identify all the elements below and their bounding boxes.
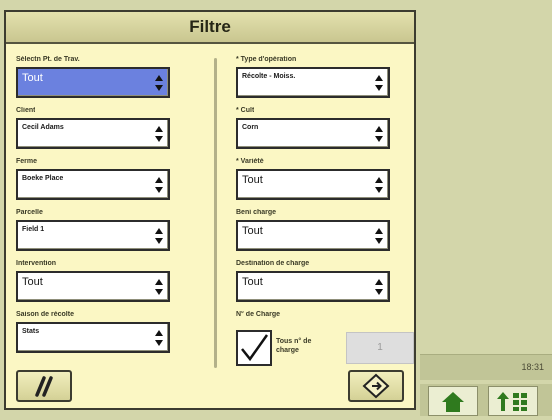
enter-diamond-icon [362, 373, 390, 399]
harvest-season-value: Stats [22, 328, 40, 335]
up-down-arrows-icon [375, 126, 383, 142]
field-label-load-number: N° de Charge [236, 311, 281, 318]
client-value: Cecil Adams [22, 124, 64, 131]
load-good-value: Tout [242, 225, 263, 237]
status-panel: 18:31 [420, 354, 552, 380]
clock: 18:31 [521, 362, 544, 372]
work-point-select[interactable]: Tout [16, 67, 170, 98]
filter-dialog: Filtre Sélectn Pt. de Trav. Tout Client … [4, 10, 416, 410]
crop-select[interactable]: Corn [236, 118, 390, 149]
crop-value: Corn [242, 124, 259, 131]
parcel-value: Field 1 [22, 226, 45, 233]
field-label-operation-type: * Type d'opération [236, 56, 297, 63]
up-down-arrows-icon [155, 228, 163, 244]
all-load-numbers-label: Tous n° de charge [276, 338, 312, 354]
up-down-arrows-icon [375, 228, 383, 244]
up-down-arrows-icon [375, 279, 383, 295]
field-label-farm: Ferme [16, 158, 38, 165]
field-label-load-destination: Destination de charge [236, 260, 310, 267]
harvest-season-select[interactable]: Stats [16, 322, 170, 353]
up-down-arrows-icon [155, 126, 163, 142]
field-label-client: Client [16, 107, 36, 114]
up-down-arrows-icon [155, 330, 163, 346]
column-divider [214, 58, 217, 368]
home-button[interactable] [428, 386, 478, 416]
home-icon [442, 392, 464, 412]
checkmark-icon [241, 334, 269, 362]
up-down-arrows-icon [375, 75, 383, 91]
layout-menu-button[interactable] [488, 386, 538, 416]
farm-value: Boeke Place [22, 175, 64, 182]
field-label-load-good: Beni charge [236, 209, 277, 216]
intervention-value: Tout [22, 276, 43, 288]
up-arrow-grid-icon [497, 392, 527, 411]
operation-type-select[interactable]: Récolte - Moiss. [236, 67, 390, 98]
load-number-field[interactable]: 1 [346, 332, 414, 364]
field-label-work-point: Sélectn Pt. de Trav. [16, 56, 80, 63]
up-down-arrows-icon [155, 75, 163, 91]
nav-bar [420, 384, 552, 416]
parcel-select[interactable]: Field 1 [16, 220, 170, 251]
work-point-value: Tout [22, 72, 43, 84]
field-label-harvest-season: Saison de récolte [16, 311, 74, 318]
client-select[interactable]: Cecil Adams [16, 118, 170, 149]
variety-value: Tout [242, 174, 263, 186]
load-destination-value: Tout [242, 276, 263, 288]
variety-select[interactable]: Tout [236, 169, 390, 200]
dialog-title: Filtre [6, 12, 414, 44]
up-down-arrows-icon [155, 177, 163, 193]
load-destination-select[interactable]: Tout [236, 271, 390, 302]
field-label-parcel: Parcelle [16, 209, 43, 216]
up-down-arrows-icon [155, 279, 163, 295]
confirm-button[interactable] [348, 370, 404, 402]
up-down-arrows-icon [375, 177, 383, 193]
field-label-intervention: Intervention [16, 260, 57, 267]
farm-select[interactable]: Boeke Place [16, 169, 170, 200]
field-label-crop: * Cult [236, 107, 255, 114]
reset-filter-button[interactable] [16, 370, 72, 402]
all-load-numbers-checkbox[interactable] [236, 330, 272, 366]
double-slash-icon [35, 376, 53, 397]
intervention-select[interactable]: Tout [16, 271, 170, 302]
load-good-select[interactable]: Tout [236, 220, 390, 251]
field-label-variety: * Variété [236, 158, 264, 165]
operation-type-value: Récolte - Moiss. [242, 73, 296, 80]
